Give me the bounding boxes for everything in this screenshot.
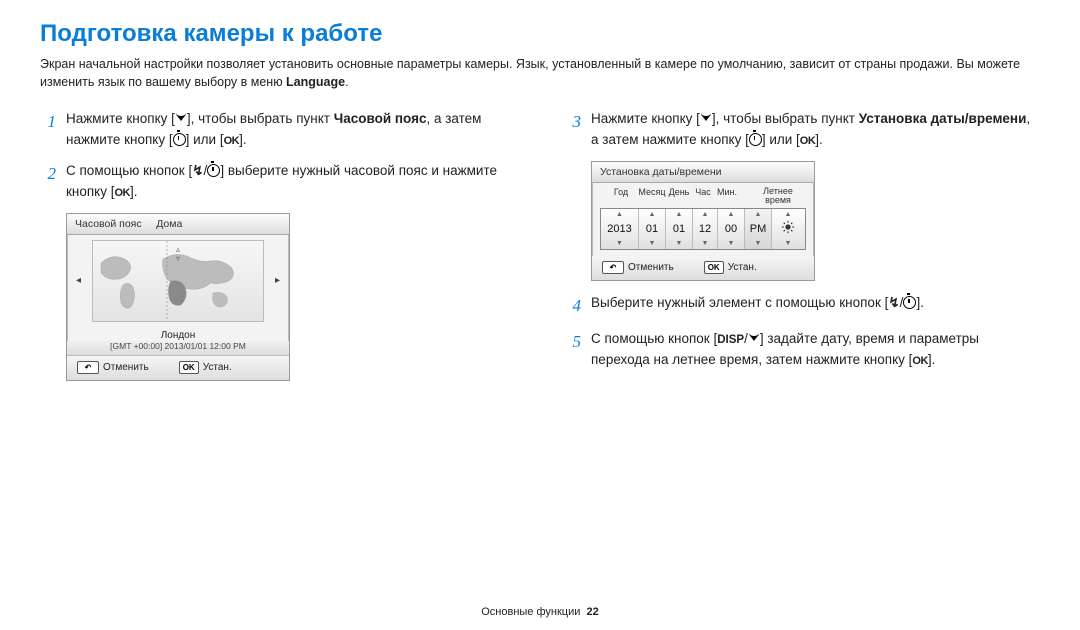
dt-day-spinner[interactable]: ▲01▼ <box>666 209 693 249</box>
ok-key-icon: OK <box>179 361 199 374</box>
macro-down-icon <box>700 113 712 123</box>
tz-set-button[interactable]: OKУстан. <box>179 361 232 374</box>
dt-ampm-spinner[interactable]: ▲PM▼ <box>745 209 772 249</box>
page-footer: Основные функции 22 <box>0 606 1080 618</box>
dt-label-dst: Летнее время <box>758 187 798 206</box>
intro-text: Экран начальной настройки позволяет уста… <box>40 56 1040 91</box>
dt-month-spinner[interactable]: ▲01▼ <box>639 209 666 249</box>
datetime-panel: Установка даты/времени Год Месяц День Ча… <box>591 161 815 281</box>
timer-icon <box>749 133 762 146</box>
map-hud-icon: ▵▿ <box>176 245 180 263</box>
step-5: 5 С помощью кнопок [DISP/] задайте дату,… <box>565 329 1040 371</box>
world-map: ▵▿ <box>92 240 264 322</box>
tz-gmt: [GMT +00:00] 2013/01/01 12:00 PM <box>67 341 289 356</box>
step-1: 1 Нажмите кнопку [], чтобы выбрать пункт… <box>40 109 515 151</box>
dt-cancel-button[interactable]: ↶Отменить <box>602 261 674 274</box>
disp-icon: DISP <box>717 334 744 346</box>
ok-key-icon: OK <box>704 261 724 274</box>
macro-down-icon <box>175 113 187 123</box>
ok-icon: OK <box>912 355 928 367</box>
back-icon: ↶ <box>77 361 99 374</box>
tz-title-label: Часовой пояс <box>75 218 142 230</box>
tz-cancel-button[interactable]: ↶Отменить <box>77 361 149 374</box>
dt-title: Установка даты/времени <box>592 162 814 183</box>
timezone-panel: Часовой пояс Дома ◂ <box>66 213 290 381</box>
dt-dst-spinner[interactable]: ▲▼ <box>772 209 804 249</box>
tz-prev-button[interactable]: ◂ <box>73 275 84 286</box>
dt-label-year: Год <box>604 187 638 206</box>
ok-icon: OK <box>800 135 816 147</box>
ok-icon: OK <box>115 187 131 199</box>
dt-label-hour: Час <box>692 187 714 206</box>
dt-label-month: Месяц <box>638 187 666 206</box>
dt-set-button[interactable]: OKУстан. <box>704 261 757 274</box>
tz-title-value: Дома <box>156 218 182 230</box>
dt-year-spinner[interactable]: ▲2013▼ <box>601 209 639 249</box>
dt-hour-spinner[interactable]: ▲12▼ <box>693 209 718 249</box>
dt-label-day: День <box>666 187 692 206</box>
page-title: Подготовка камеры к работе <box>40 20 1040 48</box>
dt-label-min: Мин. <box>714 187 740 206</box>
step-2: 2 С помощью кнопок [↯/] выберите нужный … <box>40 161 515 203</box>
macro-down-icon <box>748 333 760 343</box>
timer-icon <box>207 164 220 177</box>
tz-next-button[interactable]: ▸ <box>272 275 283 286</box>
timer-icon <box>903 296 916 309</box>
step-4: 4 Выберите нужный элемент с помощью кноп… <box>565 293 1040 319</box>
step-3: 3 Нажмите кнопку [], чтобы выбрать пункт… <box>565 109 1040 151</box>
flash-icon: ↯ <box>192 161 203 182</box>
dt-min-spinner[interactable]: ▲00▼ <box>718 209 745 249</box>
flash-icon: ↯ <box>888 293 899 314</box>
ok-icon: OK <box>224 135 240 147</box>
back-icon: ↶ <box>602 261 624 274</box>
timer-icon <box>173 133 186 146</box>
sun-icon <box>781 220 795 234</box>
tz-city: Лондон <box>67 327 289 341</box>
